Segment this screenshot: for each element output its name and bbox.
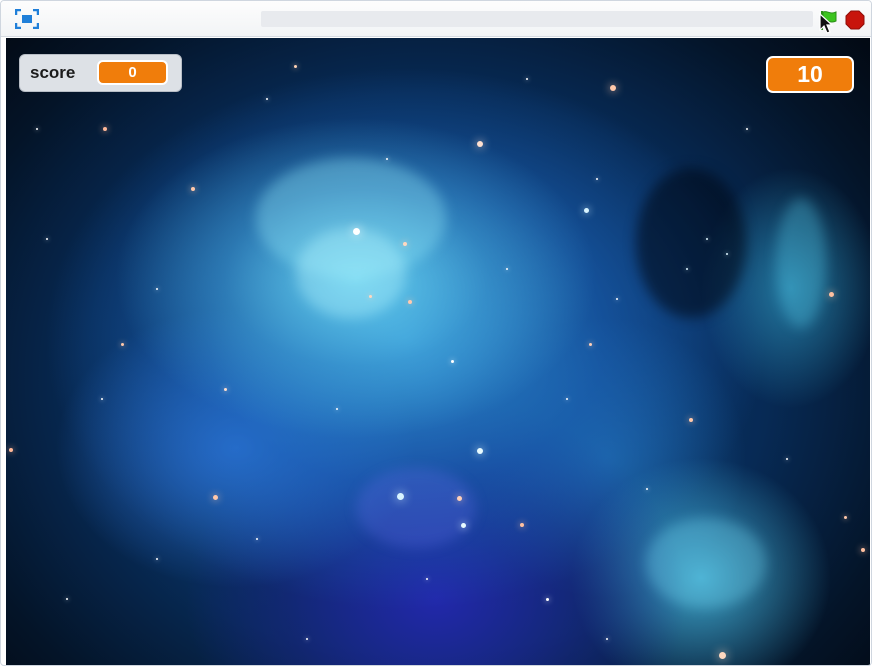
nebula-cloud bbox=[296, 228, 406, 318]
star bbox=[294, 65, 297, 68]
star bbox=[526, 78, 528, 80]
star bbox=[386, 158, 388, 160]
score-label: score bbox=[30, 63, 76, 82]
star bbox=[36, 128, 38, 130]
star bbox=[646, 488, 648, 490]
stop-button[interactable] bbox=[845, 10, 865, 30]
star bbox=[306, 638, 308, 640]
star bbox=[191, 187, 195, 191]
star bbox=[520, 523, 524, 527]
green-flag-icon bbox=[821, 11, 837, 30]
star bbox=[606, 638, 608, 640]
star bbox=[66, 598, 68, 600]
star bbox=[689, 418, 693, 422]
star bbox=[224, 388, 227, 391]
star bbox=[256, 538, 258, 540]
star bbox=[46, 238, 48, 240]
star bbox=[706, 238, 708, 240]
score-value: 0 bbox=[97, 60, 168, 85]
star bbox=[403, 242, 407, 246]
star bbox=[746, 128, 748, 130]
star bbox=[861, 548, 865, 552]
star bbox=[546, 598, 549, 601]
fullscreen-button[interactable] bbox=[14, 8, 40, 30]
star bbox=[457, 496, 462, 501]
scratch-player: score 0 10 bbox=[0, 0, 872, 666]
star bbox=[9, 448, 13, 452]
star bbox=[461, 523, 466, 528]
star bbox=[584, 208, 589, 213]
star bbox=[589, 343, 592, 346]
project-title-strip bbox=[261, 11, 813, 27]
star bbox=[477, 141, 483, 147]
star bbox=[506, 268, 508, 270]
nebula-cloud bbox=[776, 198, 826, 328]
star bbox=[451, 360, 454, 363]
star bbox=[686, 268, 688, 270]
star bbox=[156, 558, 158, 560]
player-controls-bar bbox=[1, 1, 871, 37]
star bbox=[610, 85, 616, 91]
star bbox=[397, 493, 404, 500]
score-monitor: score 0 bbox=[19, 54, 182, 92]
stage-canvas[interactable]: score 0 10 bbox=[6, 38, 870, 665]
star bbox=[829, 292, 834, 297]
star bbox=[566, 398, 568, 400]
nebula-cloud bbox=[646, 518, 766, 608]
star bbox=[477, 448, 483, 454]
star bbox=[726, 253, 728, 255]
star bbox=[103, 127, 107, 131]
star bbox=[844, 516, 847, 519]
star bbox=[596, 178, 598, 180]
star bbox=[336, 408, 338, 410]
star bbox=[369, 295, 372, 298]
nebula-cloud bbox=[356, 468, 476, 548]
star bbox=[408, 300, 412, 304]
star bbox=[426, 578, 428, 580]
star bbox=[101, 398, 103, 400]
fullscreen-icon bbox=[15, 9, 39, 29]
star bbox=[719, 652, 726, 659]
star bbox=[786, 458, 788, 460]
star bbox=[353, 228, 360, 235]
nebula-cloud bbox=[636, 168, 746, 318]
star bbox=[121, 343, 124, 346]
timer-display: 10 bbox=[766, 56, 854, 93]
stop-sign-icon bbox=[845, 10, 865, 30]
star bbox=[266, 98, 268, 100]
star bbox=[213, 495, 218, 500]
green-flag-button[interactable] bbox=[818, 9, 840, 31]
star bbox=[156, 288, 158, 290]
star bbox=[616, 298, 618, 300]
